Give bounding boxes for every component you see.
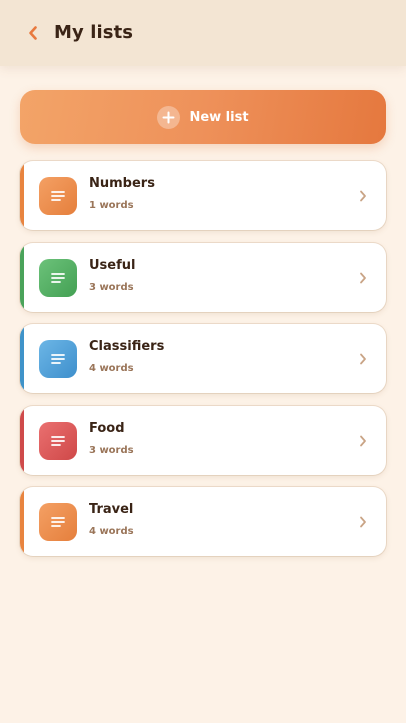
list-accent-bar (20, 324, 24, 393)
list-name: Food (89, 420, 125, 436)
word-lists: Numbers 1 words Useful 3 words Classifie… (20, 161, 386, 569)
list-accent-bar (20, 242, 24, 312)
list-icon (39, 177, 77, 215)
list-word-count: 3 words (89, 444, 134, 456)
list-word-count: 1 words (89, 200, 134, 211)
list-accent-bar (20, 405, 24, 475)
chevron-right-icon (360, 190, 366, 202)
header-bar: My lists (0, 0, 406, 66)
list-icon (39, 258, 77, 297)
list-item-useful[interactable]: Useful 3 words (20, 242, 386, 312)
list-name: Numbers (89, 176, 155, 191)
list-item-numbers[interactable]: Numbers 1 words (20, 161, 386, 230)
plus-icon (157, 105, 181, 129)
chevron-right-icon (360, 272, 366, 283)
list-item-food[interactable]: Food 3 words (20, 405, 386, 475)
app-screen: My lists New list Numbers 1 words Useful (0, 0, 406, 723)
list-word-count: 4 words (89, 526, 134, 537)
list-item-travel[interactable]: Travel 4 words (20, 487, 386, 556)
new-list-label: New list (189, 109, 249, 125)
list-icon (39, 421, 77, 460)
chevron-right-icon (360, 516, 366, 528)
chevron-right-icon (360, 435, 366, 446)
list-name: Classifiers (89, 339, 165, 354)
list-name: Travel (89, 502, 134, 517)
list-accent-bar (20, 487, 24, 556)
back-button[interactable] (20, 20, 46, 46)
chevron-left-icon (29, 26, 37, 40)
list-accent-bar (20, 161, 24, 230)
list-icon (39, 340, 77, 378)
list-item-classifiers[interactable]: Classifiers 4 words (20, 324, 386, 393)
list-icon (39, 503, 77, 541)
list-word-count: 4 words (89, 363, 134, 374)
list-word-count: 3 words (89, 281, 134, 293)
chevron-right-icon (360, 353, 366, 365)
list-name: Useful (89, 257, 136, 273)
page-title: My lists (54, 22, 134, 43)
new-list-button[interactable]: New list (20, 90, 386, 144)
